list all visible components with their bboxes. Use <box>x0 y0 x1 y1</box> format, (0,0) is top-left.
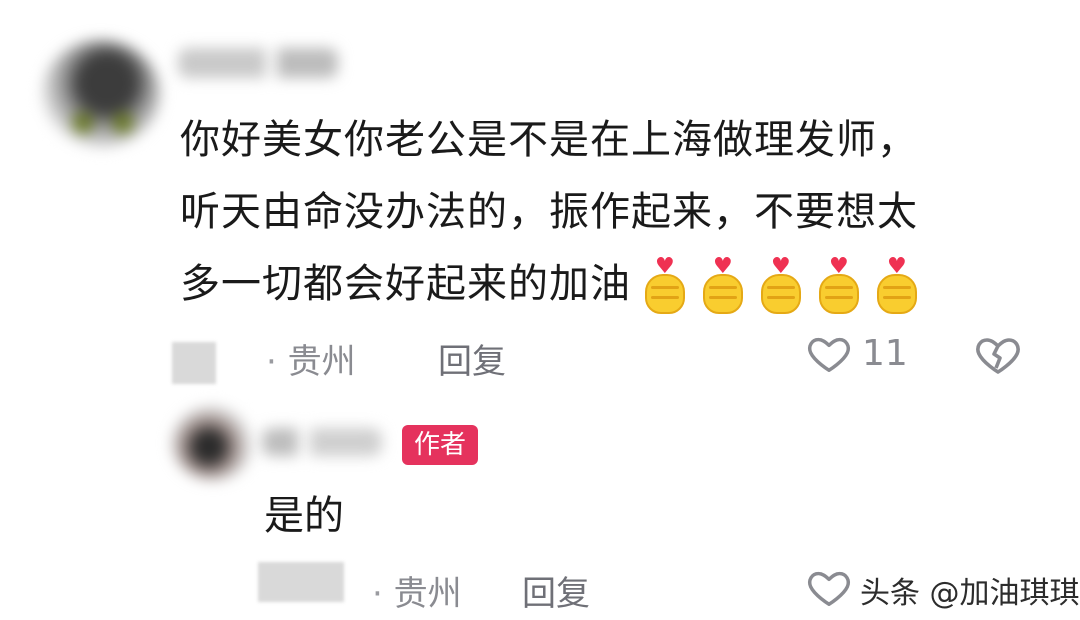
watermark: 头条 @加油琪琪 <box>860 576 1080 611</box>
reply-location: 贵州 <box>393 574 462 614</box>
finger-heart-emoji: ♥ <box>697 256 751 316</box>
reply-author-name[interactable] <box>262 428 382 456</box>
comment-meta: · 贵州 <box>266 334 356 383</box>
comment-line: 听天由命没办法的，振作起来，不要想太 <box>180 189 918 235</box>
redacted-timestamp <box>258 562 344 602</box>
reply-text: 是的 <box>264 493 344 539</box>
comment-text: 你好美女你老公是不是在上海做理发师， 听天由命没办法的，振作起来，不要想太 多一… <box>180 104 1040 320</box>
meta-separator: · <box>266 342 277 382</box>
heart-outline-icon[interactable] <box>806 564 852 610</box>
comment-reply-button[interactable]: 回复 <box>438 334 506 383</box>
meta-separator: · <box>372 574 383 614</box>
emoji-group: ♥ ♥ ♥ ♥ ♥ <box>639 256 925 316</box>
reply-reply-button[interactable]: 回复 <box>522 566 590 615</box>
like-control[interactable]: 11 <box>806 330 908 376</box>
broken-heart-icon[interactable] <box>974 330 1022 378</box>
finger-heart-emoji: ♥ <box>755 256 809 316</box>
comment-line: 你好美女你老公是不是在上海做理发师， <box>180 117 918 163</box>
commenter-avatar[interactable] <box>42 40 160 148</box>
reply-meta: · 贵州 <box>372 566 462 615</box>
author-badge: 作者 <box>402 425 479 465</box>
comment-line: 多一切都会好起来的加油 ♥ ♥ ♥ ♥ ♥ <box>180 248 1040 320</box>
heart-outline-icon[interactable] <box>806 330 852 376</box>
commenter-name[interactable] <box>178 48 338 78</box>
comment-line-text: 多一切都会好起来的加油 <box>180 261 631 307</box>
reply-author-avatar[interactable] <box>172 406 254 480</box>
like-count: 11 <box>862 332 908 374</box>
comment-location: 贵州 <box>287 342 356 382</box>
finger-heart-emoji: ♥ <box>813 256 867 316</box>
finger-heart-emoji: ♥ <box>639 256 693 316</box>
redacted-timestamp <box>172 342 216 384</box>
comment-thread: 你好美女你老公是不是在上海做理发师， 听天由命没办法的，振作起来，不要想太 多一… <box>0 0 1080 620</box>
finger-heart-emoji: ♥ <box>871 256 925 316</box>
